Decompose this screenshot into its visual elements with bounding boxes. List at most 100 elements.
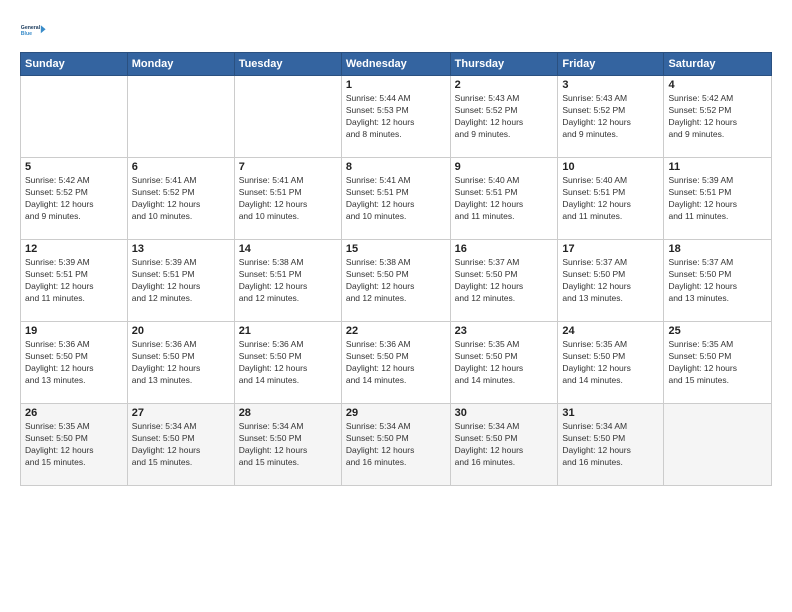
calendar-day-cell: 15Sunrise: 5:38 AM Sunset: 5:50 PM Dayli… [341,240,450,322]
calendar-day-cell: 21 Sunrise: 5:36 AM Sunset: 5:50 PM Dayli… [234,322,341,404]
calendar-day-cell: 31 Sunrise: 5:34 AM Sunset: 5:50 PM Dayli… [558,404,664,486]
calendar-day-cell: 20Sunrise: 5:36 AM Sunset: 5:50 PM Dayli… [127,322,234,404]
day-info: Sunrise: 5:36 AM Sunset: 5:50 PM Dayligh… [346,339,446,387]
day-info: Sunrise: 5:40 AM Sunset: 5:51 PM Dayligh… [562,175,659,223]
logo: GeneralBlue [20,16,48,44]
day-number: 10 [562,161,659,173]
day-info: Sunrise: 5:34 AM Sunset: 5:50 PM Dayligh… [562,421,659,469]
calendar-week-row: 1 Sunrise: 5:44 AM Sunset: 5:53 PM Daylig… [21,76,772,158]
day-number: 31 [562,407,659,419]
day-number: 24 [562,325,659,337]
day-info: Sunrise: 5:35 AM Sunset: 5:50 PM Dayligh… [25,421,123,469]
day-info: Sunrise: 5:36 AM Sunset: 5:50 PM Dayligh… [239,339,337,387]
calendar-day-cell: 3 Sunrise: 5:43 AM Sunset: 5:52 PM Daylig… [558,76,664,158]
day-number: 29 [346,407,446,419]
day-number: 7 [239,161,337,173]
day-of-week-header: Thursday [450,53,558,76]
day-number: 17 [562,243,659,255]
calendar-day-cell: 1 Sunrise: 5:44 AM Sunset: 5:53 PM Daylig… [341,76,450,158]
day-number: 13 [132,243,230,255]
day-info: Sunrise: 5:44 AM Sunset: 5:53 PM Dayligh… [346,93,446,141]
day-info: Sunrise: 5:38 AM Sunset: 5:50 PM Dayligh… [346,257,446,305]
calendar-day-cell: 22 Sunrise: 5:36 AM Sunset: 5:50 PM Dayli… [341,322,450,404]
calendar-day-cell: 25 Sunrise: 5:35 AM Sunset: 5:50 PM Dayli… [664,322,772,404]
calendar-day-cell: 7 Sunrise: 5:41 AM Sunset: 5:51 PM Daylig… [234,158,341,240]
day-number: 19 [25,325,123,337]
calendar-week-row: 12 Sunrise: 5:39 AM Sunset: 5:51 PM Dayli… [21,240,772,322]
day-info: Sunrise: 5:35 AM Sunset: 5:50 PM Dayligh… [668,339,767,387]
day-number: 16 [455,243,554,255]
logo-icon: GeneralBlue [20,16,48,44]
calendar-day-cell: 9 Sunrise: 5:40 AM Sunset: 5:51 PM Daylig… [450,158,558,240]
calendar-page: GeneralBlue SundayMondayTuesdayWednesday… [0,0,792,612]
day-info: Sunrise: 5:35 AM Sunset: 5:50 PM Dayligh… [455,339,554,387]
header: GeneralBlue [20,16,772,44]
calendar-day-cell: 11 Sunrise: 5:39 AM Sunset: 5:51 PM Dayli… [664,158,772,240]
day-number: 23 [455,325,554,337]
day-info: Sunrise: 5:39 AM Sunset: 5:51 PM Dayligh… [668,175,767,223]
day-number: 2 [455,79,554,91]
calendar-day-cell: 5Sunrise: 5:42 AM Sunset: 5:52 PM Daylig… [21,158,128,240]
calendar-day-cell [664,404,772,486]
day-number: 4 [668,79,767,91]
day-number: 20 [132,325,230,337]
day-number: 22 [346,325,446,337]
calendar-day-cell: 27 Sunrise: 5:34 AM Sunset: 5:50 PM Dayli… [127,404,234,486]
day-number: 30 [455,407,554,419]
svg-text:General: General [21,25,41,31]
day-info: Sunrise: 5:37 AM Sunset: 5:50 PM Dayligh… [455,257,554,305]
day-info: Sunrise: 5:37 AM Sunset: 5:50 PM Dayligh… [562,257,659,305]
calendar-day-cell: 17 Sunrise: 5:37 AM Sunset: 5:50 PM Dayli… [558,240,664,322]
calendar-day-cell: 16 Sunrise: 5:37 AM Sunset: 5:50 PM Dayli… [450,240,558,322]
day-number: 3 [562,79,659,91]
day-info: Sunrise: 5:40 AM Sunset: 5:51 PM Dayligh… [455,175,554,223]
day-number: 1 [346,79,446,91]
day-number: 26 [25,407,123,419]
calendar-week-row: 19 Sunrise: 5:36 AM Sunset: 5:50 PM Dayli… [21,322,772,404]
day-info: Sunrise: 5:41 AM Sunset: 5:51 PM Dayligh… [239,175,337,223]
day-of-week-header: Tuesday [234,53,341,76]
day-number: 14 [239,243,337,255]
day-number: 12 [25,243,123,255]
calendar-day-cell [21,76,128,158]
calendar-day-cell: 13Sunrise: 5:39 AM Sunset: 5:51 PM Dayli… [127,240,234,322]
day-info: Sunrise: 5:37 AM Sunset: 5:50 PM Dayligh… [668,257,767,305]
day-info: Sunrise: 5:34 AM Sunset: 5:50 PM Dayligh… [239,421,337,469]
day-info: Sunrise: 5:41 AM Sunset: 5:51 PM Dayligh… [346,175,446,223]
day-info: Sunrise: 5:34 AM Sunset: 5:50 PM Dayligh… [455,421,554,469]
day-info: Sunrise: 5:35 AM Sunset: 5:50 PM Dayligh… [562,339,659,387]
day-info: Sunrise: 5:43 AM Sunset: 5:52 PM Dayligh… [562,93,659,141]
day-info: Sunrise: 5:36 AM Sunset: 5:50 PM Dayligh… [25,339,123,387]
day-info: Sunrise: 5:34 AM Sunset: 5:50 PM Dayligh… [132,421,230,469]
calendar-day-cell: 6 Sunrise: 5:41 AM Sunset: 5:52 PM Daylig… [127,158,234,240]
day-number: 8 [346,161,446,173]
day-number: 25 [668,325,767,337]
day-number: 9 [455,161,554,173]
calendar-day-cell: 4 Sunrise: 5:42 AM Sunset: 5:52 PM Daylig… [664,76,772,158]
day-of-week-header: Monday [127,53,234,76]
day-info: Sunrise: 5:42 AM Sunset: 5:52 PM Dayligh… [25,175,123,223]
calendar-day-cell: 26 Sunrise: 5:35 AM Sunset: 5:50 PM Dayli… [21,404,128,486]
day-of-week-header: Friday [558,53,664,76]
calendar-day-cell [127,76,234,158]
day-info: Sunrise: 5:39 AM Sunset: 5:51 PM Dayligh… [25,257,123,305]
calendar-day-cell: 19 Sunrise: 5:36 AM Sunset: 5:50 PM Dayli… [21,322,128,404]
day-number: 6 [132,161,230,173]
day-info: Sunrise: 5:41 AM Sunset: 5:52 PM Dayligh… [132,175,230,223]
calendar-day-cell: 23 Sunrise: 5:35 AM Sunset: 5:50 PM Dayli… [450,322,558,404]
calendar-day-cell: 29Sunrise: 5:34 AM Sunset: 5:50 PM Dayli… [341,404,450,486]
calendar-day-cell: 10 Sunrise: 5:40 AM Sunset: 5:51 PM Dayli… [558,158,664,240]
day-number: 11 [668,161,767,173]
day-number: 21 [239,325,337,337]
day-info: Sunrise: 5:42 AM Sunset: 5:52 PM Dayligh… [668,93,767,141]
day-number: 27 [132,407,230,419]
day-info: Sunrise: 5:38 AM Sunset: 5:51 PM Dayligh… [239,257,337,305]
day-of-week-header: Sunday [21,53,128,76]
calendar-day-cell: 12 Sunrise: 5:39 AM Sunset: 5:51 PM Dayli… [21,240,128,322]
day-of-week-header: Wednesday [341,53,450,76]
calendar-day-cell: 28 Sunrise: 5:34 AM Sunset: 5:50 PM Dayli… [234,404,341,486]
calendar-week-row: 5Sunrise: 5:42 AM Sunset: 5:52 PM Daylig… [21,158,772,240]
day-number: 28 [239,407,337,419]
day-of-week-header: Saturday [664,53,772,76]
day-header-row: SundayMondayTuesdayWednesdayThursdayFrid… [21,53,772,76]
